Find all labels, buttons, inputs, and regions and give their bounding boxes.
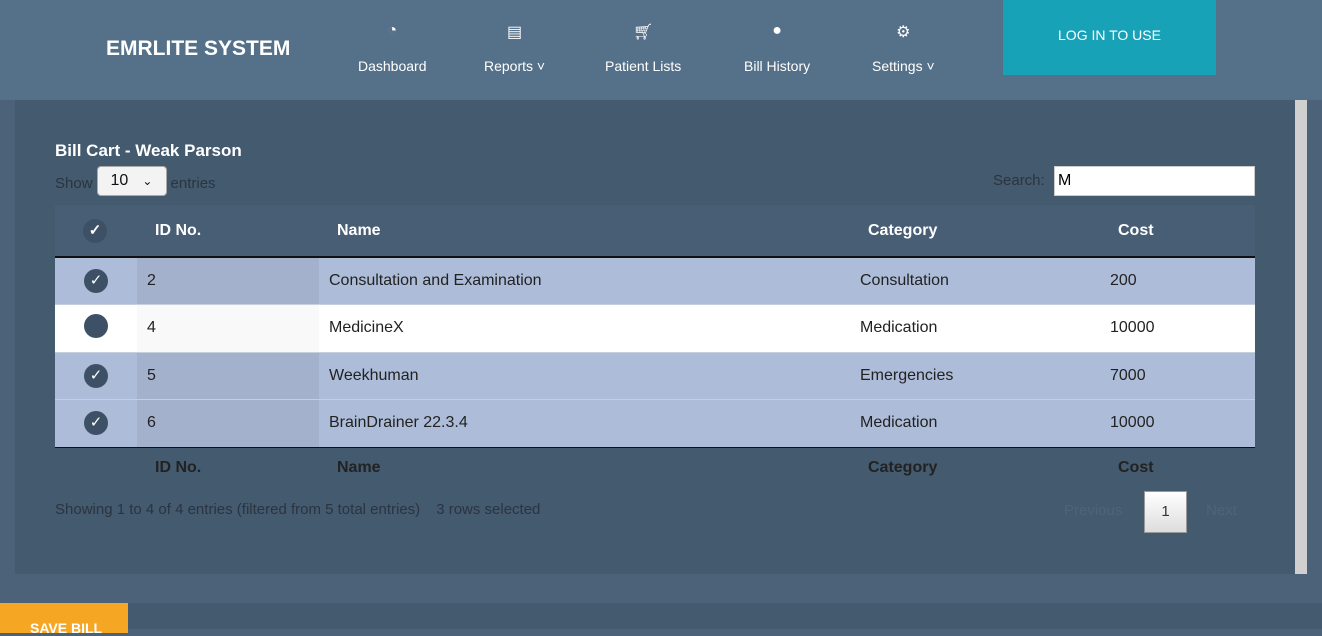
- chevron-down-icon: ⌄: [142, 174, 153, 188]
- check-circle-icon[interactable]: ✓: [84, 363, 108, 388]
- table-row[interactable]: ✓ 5 Weekhuman Emergencies 7000: [55, 351, 1255, 400]
- file-icon: ▤: [506, 24, 523, 41]
- previous-button[interactable]: Previous: [1064, 502, 1122, 519]
- foot-name: Name: [319, 446, 850, 489]
- table-row[interactable]: ✓ 2 Consultation and Examination Consultati…: [55, 256, 1255, 305]
- cell-name: Weekhuman: [319, 351, 850, 400]
- cell-cost: 200: [1100, 256, 1255, 305]
- row-checkbox[interactable]: ✓: [55, 399, 137, 447]
- selected-info: 3 rows selected: [436, 501, 541, 518]
- cell-name: MedicineX: [319, 304, 850, 352]
- cell-id: 5: [137, 351, 319, 400]
- col-cost[interactable]: Cost: [1100, 205, 1255, 258]
- cell-category: Medication: [850, 399, 1100, 447]
- circle-icon[interactable]: [84, 313, 108, 338]
- cart-icon: 🛒︎: [632, 24, 654, 41]
- gear-icon: ⚙: [896, 24, 911, 41]
- nav-settings[interactable]: ⚙ Settings ˅: [872, 22, 935, 74]
- cell-category: Consultation: [850, 256, 1100, 305]
- entries-select[interactable]: 10 ⌄: [96, 166, 167, 196]
- page-title: Bill Cart - Weak Parson: [55, 141, 242, 160]
- cell-id: 2: [137, 256, 319, 305]
- cell-name: BrainDrainer 22.3.4: [319, 399, 850, 447]
- cell-category: Medication: [850, 304, 1100, 352]
- entries-length: Show 10 ⌄ entries: [55, 166, 216, 196]
- row-checkbox[interactable]: ✓: [55, 351, 137, 400]
- col-id[interactable]: ID No.: [137, 205, 319, 258]
- table-info: Showing 1 to 4 of 4 entries (filtered fr…: [55, 501, 541, 518]
- cell-id: 6: [137, 399, 319, 447]
- nav-patient-lists[interactable]: 🛒︎ Patient Lists: [605, 22, 681, 74]
- user-icon: ●: [772, 22, 782, 39]
- foot-id: ID No.: [137, 446, 319, 489]
- foot-cost: Cost: [1100, 446, 1255, 489]
- cell-category: Emergencies: [850, 351, 1100, 400]
- check-circle-icon[interactable]: ✓: [84, 411, 108, 436]
- footer-band: [0, 603, 1322, 629]
- cell-id: 4: [137, 304, 319, 352]
- search-input[interactable]: [1054, 166, 1255, 196]
- row-checkbox[interactable]: [55, 304, 137, 352]
- cell-cost: 10000: [1100, 399, 1255, 447]
- col-name[interactable]: Name: [319, 205, 850, 258]
- foot-category: Category: [850, 446, 1100, 489]
- cell-cost: 7000: [1100, 351, 1255, 400]
- nav-reports[interactable]: ▤ Reports ˅: [484, 22, 545, 74]
- next-button[interactable]: Next: [1206, 502, 1237, 519]
- check-all-icon[interactable]: ✓: [83, 218, 107, 243]
- bill-table: ✓ ID No. Name Category Cost ✓ 2 Consultati…: [55, 205, 1255, 489]
- row-checkbox[interactable]: ✓: [55, 256, 137, 305]
- select-all-header[interactable]: ✓: [55, 205, 137, 258]
- tachometer-icon: ◔: [387, 22, 398, 39]
- check-circle-icon[interactable]: ✓: [84, 269, 108, 293]
- brand-logo[interactable]: EMRLITE SYSTEM: [106, 37, 290, 61]
- login-button[interactable]: LOG IN TO USE: [1003, 0, 1216, 75]
- table-row[interactable]: 4 MedicineX Medication 10000: [55, 304, 1255, 352]
- nav-dashboard[interactable]: ◔ Dashboard: [358, 22, 427, 74]
- cell-name: Consultation and Examination: [319, 256, 850, 305]
- page-1-button[interactable]: 1: [1144, 491, 1187, 533]
- nav-bill-history[interactable]: ● Bill History: [744, 22, 810, 74]
- cell-cost: 10000: [1100, 304, 1255, 352]
- scrollbar[interactable]: [1295, 100, 1307, 574]
- col-category[interactable]: Category: [850, 205, 1100, 258]
- table-row[interactable]: ✓ 6 BrainDrainer 22.3.4 Medication 10000: [55, 399, 1255, 447]
- search-box: Search:: [993, 166, 1255, 196]
- top-navbar: EMRLITE SYSTEM ◔ Dashboard ▤ Reports ˅ 🛒︎ P…: [0, 0, 1322, 100]
